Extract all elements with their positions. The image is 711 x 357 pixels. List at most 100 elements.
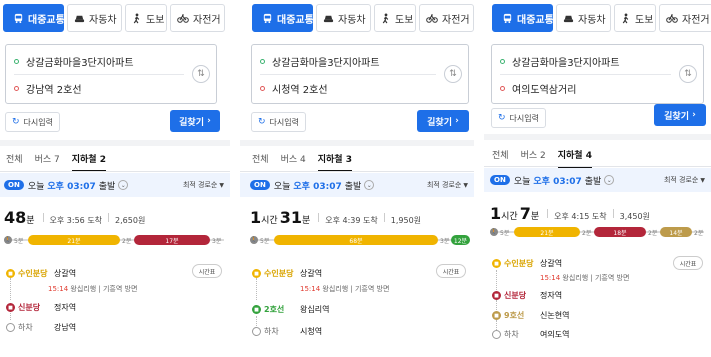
destination-field[interactable]: 강남역 2호선: [6, 75, 190, 101]
timetable-button[interactable]: 시간표: [436, 264, 466, 278]
swap-icon[interactable]: ⇅: [444, 65, 462, 83]
station-name: 시청역: [300, 327, 323, 336]
tab-all[interactable]: 전체: [252, 152, 269, 172]
route-summary[interactable]: 1 시간 7분 오후 4:15 도착 3,450원: [490, 204, 650, 223]
step-alight[interactable]: 하차 시청역: [252, 326, 322, 337]
station-name: 강남역: [54, 323, 77, 332]
origin-dot-icon: [14, 58, 19, 64]
step-transfer[interactable]: ■ 9호선 신논현역: [492, 310, 569, 321]
subway-icon: ■: [492, 311, 501, 320]
line-badge: ■ 9호선: [492, 310, 534, 321]
minutes-unit: 분: [26, 216, 35, 226]
route-summary[interactable]: 48 분 오후 3:56 도착 2,650원: [4, 208, 145, 227]
mode-car[interactable]: 자동차: [67, 4, 122, 32]
destination-field[interactable]: 시청역 2호선: [252, 75, 442, 101]
result-tabs: 전체 버스 2 지하철 4: [492, 148, 592, 168]
step-transfer[interactable]: ■ 신분당 정자역: [6, 302, 76, 313]
search-button[interactable]: 길찾기 ›: [654, 104, 706, 126]
mode-bike[interactable]: 자전거: [419, 4, 474, 32]
swap-icon[interactable]: ⇅: [679, 65, 697, 83]
mode-walk[interactable]: 도보: [125, 4, 167, 32]
step-board[interactable]: ■ 수인분당 상갈역: [6, 268, 76, 279]
tab-all[interactable]: 전체: [492, 148, 509, 168]
step-board[interactable]: ■ 수인분당 상갈역: [252, 268, 322, 279]
tab-subway[interactable]: 지하철 3: [317, 152, 352, 172]
chevron-down-icon[interactable]: ⌄: [364, 180, 375, 190]
mode-transit[interactable]: 대중교통: [492, 4, 554, 32]
origin-field[interactable]: 상갈금화마을3단지아파트: [492, 48, 677, 74]
chevron-down-icon[interactable]: ⌄: [604, 175, 615, 185]
separator: [547, 209, 549, 218]
tab-subway[interactable]: 지하철 2: [71, 152, 106, 172]
station-name: 상갈역: [54, 269, 77, 278]
destination-field[interactable]: 여의도역삼거리: [492, 75, 677, 101]
step-transfer[interactable]: ■ 신분당 정자역: [492, 290, 562, 301]
route-summary[interactable]: 1 시간 31 분 오후 4:39 도착 1,950원: [250, 208, 421, 227]
origin-field[interactable]: 상갈금화마을3단지아파트: [6, 48, 190, 74]
on-badge[interactable]: ON: [490, 175, 510, 185]
walk-segment: 2분: [694, 229, 704, 237]
departure-time[interactable]: 오후 03:07: [47, 179, 95, 192]
separator: [383, 213, 385, 222]
refresh-icon: ↻: [258, 117, 266, 127]
mode-walk[interactable]: 도보: [374, 4, 416, 32]
mode-bike[interactable]: 자전거: [170, 4, 225, 32]
mode-transit[interactable]: 대중교통: [3, 4, 65, 32]
caret-down-icon: ▼: [700, 177, 705, 184]
line-badge: ■ 수인분당: [492, 258, 534, 269]
walk-segment: 3분: [212, 237, 222, 245]
caret-down-icon: ▼: [219, 182, 224, 189]
tab-divider: [484, 166, 711, 167]
timetable-button[interactable]: 시간표: [673, 256, 703, 270]
on-badge[interactable]: ON: [250, 180, 270, 190]
timetable-button[interactable]: 시간표: [192, 264, 222, 278]
arrival-time: 오후 4:39 도착: [325, 216, 378, 225]
segment-line9: 14분: [660, 227, 692, 237]
sort-dropdown[interactable]: 최적 경로순 ▼: [664, 175, 705, 185]
tab-subway[interactable]: 지하철 4: [557, 148, 592, 168]
search-button[interactable]: 길찾기 ›: [170, 110, 220, 132]
departure-day: 오늘: [273, 181, 291, 192]
tab-bus[interactable]: 버스 4: [281, 152, 306, 172]
sort-dropdown[interactable]: 최적 경로순 ▼: [183, 180, 224, 190]
alight-icon: [492, 330, 501, 339]
tab-bus[interactable]: 버스 2: [521, 148, 546, 168]
reset-button[interactable]: ↻ 다시입력: [491, 108, 546, 128]
departure-day: 오늘: [27, 181, 45, 192]
minutes-unit: 분: [301, 216, 311, 226]
subway-icon: ■: [492, 291, 501, 300]
line-badge: ■ 2호선: [252, 304, 294, 315]
departure-time[interactable]: 오후 03:07: [293, 179, 341, 192]
minutes-unit: 분: [530, 212, 540, 222]
on-badge[interactable]: ON: [4, 180, 24, 190]
refresh-icon: ↻: [498, 113, 506, 123]
chevron-down-icon[interactable]: ⌄: [118, 180, 129, 190]
sort-dropdown[interactable]: 최적 경로순 ▼: [427, 180, 468, 190]
route-inputs: 상갈금화마을3단지아파트 시청역 2호선 ⇅: [251, 44, 469, 104]
reset-button[interactable]: ↻ 다시입력: [251, 112, 306, 132]
step-board[interactable]: ■ 수인분당 상갈역: [492, 258, 562, 269]
step-alight[interactable]: 하차 강남역: [6, 322, 76, 333]
mode-car[interactable]: 자동차: [556, 4, 611, 32]
swap-icon[interactable]: ⇅: [192, 65, 210, 83]
line-badge: ■ 수인분당: [252, 268, 294, 279]
mode-car[interactable]: 자동차: [316, 4, 371, 32]
tab-all[interactable]: 전체: [6, 152, 23, 172]
bike-icon: [177, 12, 189, 24]
separator: [108, 213, 110, 222]
total-minutes: 7: [519, 204, 531, 223]
mode-bike[interactable]: 자전거: [659, 4, 711, 32]
step-alight[interactable]: 하차 여의도역: [492, 329, 569, 340]
search-button[interactable]: 길찾기 ›: [417, 110, 469, 132]
separator: [318, 213, 320, 222]
station-name: 정자역: [540, 291, 563, 300]
step-transfer[interactable]: ■ 2호선 왕십리역: [252, 304, 329, 315]
result-tabs: 전체 버스 7 지하철 2: [6, 152, 106, 172]
mode-transit[interactable]: 대중교통: [252, 4, 314, 32]
origin-field[interactable]: 상갈금화마을3단지아파트: [252, 48, 442, 74]
tab-bus[interactable]: 버스 7: [35, 152, 60, 172]
mode-walk[interactable]: 도보: [614, 4, 656, 32]
station-name: 정자역: [54, 303, 77, 312]
reset-button[interactable]: ↻ 다시입력: [5, 112, 60, 132]
departure-time[interactable]: 오후 03:07: [533, 174, 581, 187]
